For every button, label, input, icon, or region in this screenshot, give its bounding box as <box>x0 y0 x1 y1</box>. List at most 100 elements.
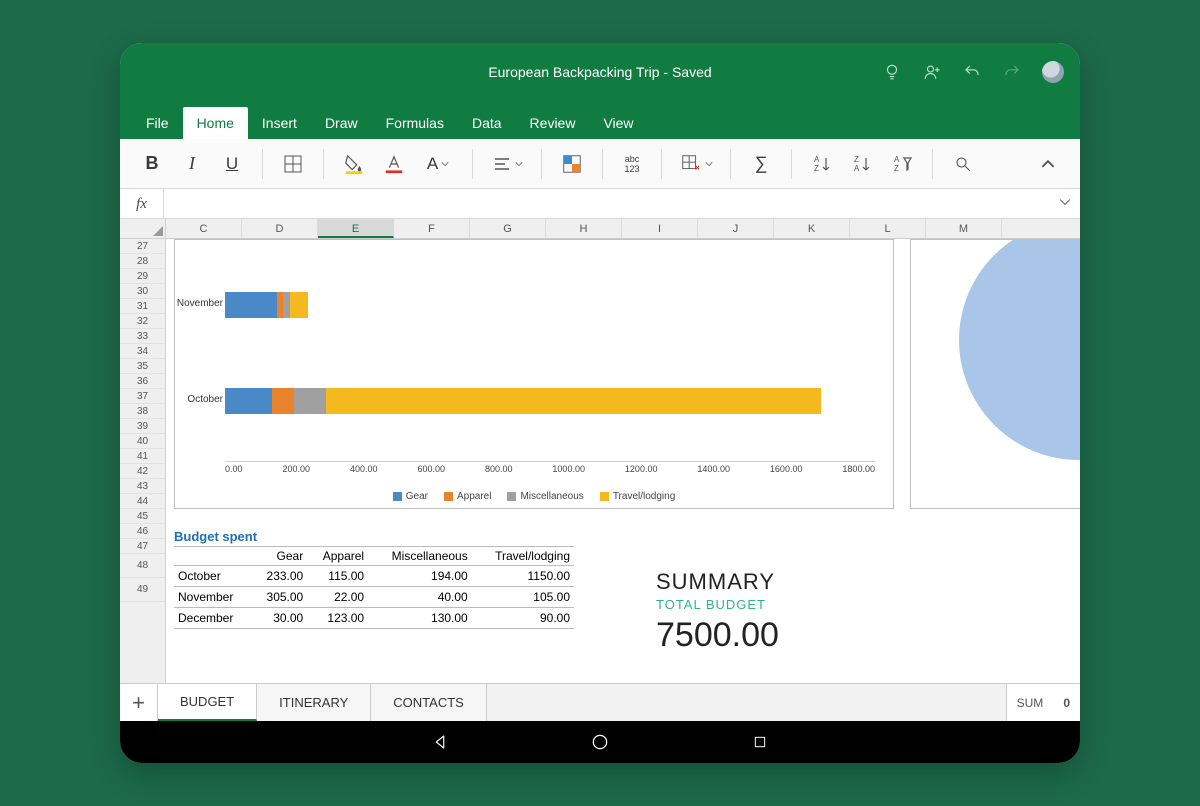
lightbulb-icon[interactable] <box>882 62 902 82</box>
fill-color-button[interactable] <box>336 146 372 182</box>
budget-title: Budget spent <box>174 529 574 546</box>
col-header-F[interactable]: F <box>394 219 470 238</box>
col-header-E[interactable]: E <box>318 219 394 238</box>
sheet-canvas[interactable]: NovemberOctober 0.00200.00400.00600.0080… <box>166 239 1080 683</box>
col-header-K[interactable]: K <box>774 219 850 238</box>
row-header-41[interactable]: 41 <box>120 449 165 464</box>
chart-tick: 1800.00 <box>842 464 875 478</box>
tab-view[interactable]: View <box>589 107 647 139</box>
android-back-button[interactable] <box>430 732 450 752</box>
col-header-M[interactable]: M <box>926 219 1002 238</box>
col-header-G[interactable]: G <box>470 219 546 238</box>
stacked-bar-chart[interactable]: NovemberOctober 0.00200.00400.00600.0080… <box>174 239 894 509</box>
tab-data[interactable]: Data <box>458 107 516 139</box>
col-header-I[interactable]: I <box>622 219 698 238</box>
formula-input[interactable] <box>164 189 1050 218</box>
italic-button[interactable]: I <box>174 146 210 182</box>
row-header-28[interactable]: 28 <box>120 254 165 269</box>
row-header-40[interactable]: 40 <box>120 434 165 449</box>
col-header-D[interactable]: D <box>242 219 318 238</box>
tab-draw[interactable]: Draw <box>311 107 372 139</box>
row-header-33[interactable]: 33 <box>120 329 165 344</box>
col-header-J[interactable]: J <box>698 219 774 238</box>
row-header-37[interactable]: 37 <box>120 389 165 404</box>
row-header-32[interactable]: 32 <box>120 314 165 329</box>
conditional-format-button[interactable] <box>554 146 590 182</box>
row-header-48[interactable]: 48 <box>120 554 165 578</box>
table-row[interactable]: October233.00115.00194.001150.00 <box>174 566 574 587</box>
sort-asc-button[interactable]: AZ <box>804 146 840 182</box>
sheet-tab-contacts[interactable]: CONTACTS <box>371 684 487 721</box>
spreadsheet-grid: CDEFGHIJKLM 2728293031323334353637383940… <box>120 219 1080 683</box>
row-header-31[interactable]: 31 <box>120 299 165 314</box>
row-header-30[interactable]: 30 <box>120 284 165 299</box>
number-format-button[interactable]: abc123 <box>615 146 649 182</box>
row-header-43[interactable]: 43 <box>120 479 165 494</box>
row-header-34[interactable]: 34 <box>120 344 165 359</box>
underline-button[interactable]: U <box>214 146 250 182</box>
font-size-button[interactable]: A <box>416 146 460 182</box>
row-header-46[interactable]: 46 <box>120 524 165 539</box>
summary-subheading: TOTAL BUDGET <box>656 597 779 612</box>
bold-button[interactable]: B <box>134 146 170 182</box>
sort-desc-button[interactable]: ZA <box>844 146 880 182</box>
col-header-H[interactable]: H <box>546 219 622 238</box>
user-avatar[interactable] <box>1042 61 1064 83</box>
row-header-45[interactable]: 45 <box>120 509 165 524</box>
borders-button[interactable] <box>275 146 311 182</box>
table-header: Gear <box>252 547 307 566</box>
undo-icon[interactable] <box>962 62 982 82</box>
svg-text:A: A <box>814 155 820 164</box>
row-header-44[interactable]: 44 <box>120 494 165 509</box>
redo-icon[interactable] <box>1002 62 1022 82</box>
pie-chart-preview[interactable] <box>910 239 1080 509</box>
col-header-C[interactable]: C <box>166 219 242 238</box>
table-header: Travel/lodging <box>472 547 574 566</box>
share-person-icon[interactable] <box>922 62 942 82</box>
row-header-29[interactable]: 29 <box>120 269 165 284</box>
tab-insert[interactable]: Insert <box>248 107 311 139</box>
chart-segment-miscellaneous <box>283 292 290 318</box>
row-header-49[interactable]: 49 <box>120 578 165 602</box>
sheet-tab-itinerary[interactable]: ITINERARY <box>257 684 371 721</box>
tab-file[interactable]: File <box>132 107 183 139</box>
row-header-38[interactable]: 38 <box>120 404 165 419</box>
add-sheet-button[interactable]: + <box>120 684 158 721</box>
insert-delete-button[interactable] <box>674 146 718 182</box>
sheet-tab-budget[interactable]: BUDGET <box>158 684 257 721</box>
chart-tick: 1600.00 <box>770 464 803 478</box>
budget-data-table[interactable]: GearApparelMiscellaneousTravel/lodgingOc… <box>174 546 574 629</box>
svg-text:A: A <box>894 155 900 164</box>
row-header-47[interactable]: 47 <box>120 539 165 554</box>
tab-home[interactable]: Home <box>183 107 248 139</box>
formula-bar: fx <box>120 189 1080 219</box>
table-header: Apparel <box>307 547 368 566</box>
row-header-35[interactable]: 35 <box>120 359 165 374</box>
summary-panel: SUMMARY TOTAL BUDGET 7500.00 <box>656 569 779 655</box>
row-header-39[interactable]: 39 <box>120 419 165 434</box>
ribbon-collapse-button[interactable] <box>1030 146 1066 182</box>
svg-text:A: A <box>854 164 860 173</box>
col-header-L[interactable]: L <box>850 219 926 238</box>
formula-expand-button[interactable] <box>1050 195 1080 213</box>
row-header-42[interactable]: 42 <box>120 464 165 479</box>
android-recent-button[interactable] <box>750 732 770 752</box>
table-row[interactable]: December30.00123.00130.0090.00 <box>174 608 574 629</box>
filter-button[interactable]: AZ <box>884 146 920 182</box>
select-all-corner[interactable] <box>120 219 166 238</box>
chart-segment-travel/lodging <box>290 292 308 318</box>
table-row[interactable]: November305.0022.0040.00105.00 <box>174 587 574 608</box>
chart-segment-miscellaneous <box>294 388 327 414</box>
find-button[interactable] <box>945 146 981 182</box>
font-color-button[interactable] <box>376 146 412 182</box>
tab-formulas[interactable]: Formulas <box>372 107 458 139</box>
tab-review[interactable]: Review <box>516 107 590 139</box>
ribbon-tabs: FileHomeInsertDrawFormulasDataReviewView <box>120 101 1080 139</box>
autosum-button[interactable]: ∑ <box>743 146 779 182</box>
row-header-27[interactable]: 27 <box>120 239 165 254</box>
alignment-button[interactable] <box>485 146 529 182</box>
fx-icon[interactable]: fx <box>120 189 164 219</box>
row-header-36[interactable]: 36 <box>120 374 165 389</box>
android-home-button[interactable] <box>590 732 610 752</box>
sum-value: 0 <box>1063 696 1070 710</box>
